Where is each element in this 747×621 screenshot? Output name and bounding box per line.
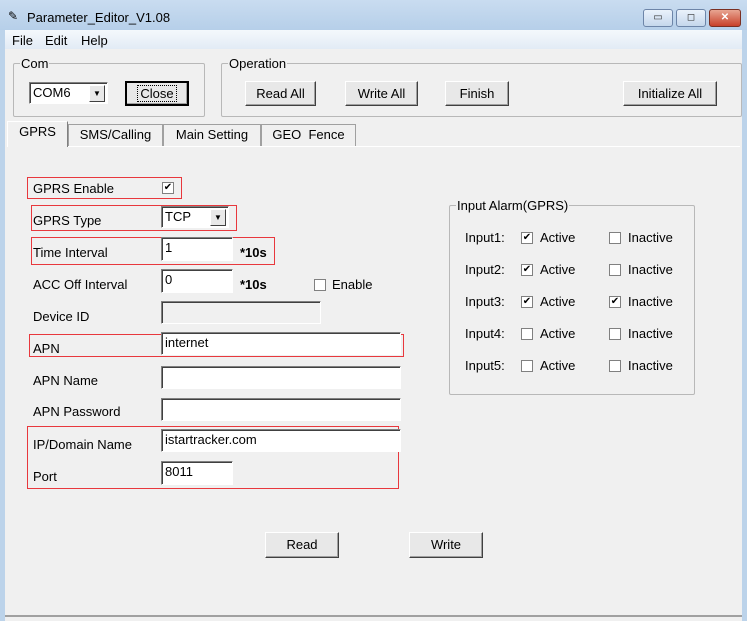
port-input[interactable]: 8011 [161, 461, 233, 485]
input-active-checkbox[interactable]: ✔ [521, 296, 533, 308]
app-icon: ✎ [8, 9, 19, 23]
gprs-enable-label: GPRS Enable [33, 181, 114, 196]
input-inactive-label: Inactive [628, 230, 673, 245]
close-port-label: Close [137, 85, 177, 102]
input-name: Input3: [465, 294, 505, 309]
input-inactive-label: Inactive [628, 294, 673, 309]
input-name: Input5: [465, 358, 505, 373]
acc-off-input[interactable]: 0 [161, 269, 233, 293]
device-id-label: Device ID [33, 309, 90, 324]
acc-enable-label: Enable [332, 277, 373, 292]
time-interval-input[interactable]: 1 [161, 237, 233, 261]
gprs-type-select[interactable]: TCP ▼ [161, 206, 229, 228]
menu-bar [5, 30, 742, 49]
input-inactive-label: Inactive [628, 262, 673, 277]
chevron-down-icon[interactable]: ▼ [210, 209, 226, 226]
device-id-input[interactable] [161, 301, 321, 324]
input-active-checkbox[interactable]: ✔ [521, 232, 533, 244]
maximize-button[interactable]: ◻ [676, 9, 706, 27]
input-name: Input2: [465, 262, 505, 277]
tab-main-setting[interactable]: Main Setting [163, 124, 261, 146]
apn-name-input[interactable] [161, 366, 401, 389]
menu-help[interactable]: Help [81, 33, 108, 48]
input-alarm-label: Input Alarm(GPRS) [456, 198, 570, 213]
input-inactive-checkbox[interactable] [609, 232, 621, 244]
tab-gprs[interactable]: GPRS [7, 121, 68, 147]
gprs-type-value: TCP [165, 209, 191, 224]
port-label: Port [33, 469, 57, 484]
apn-label: APN [33, 341, 60, 356]
window-title: Parameter_Editor_V1.08 [27, 10, 171, 25]
time-interval-unit: *10s [240, 245, 267, 260]
tab-geo-fence[interactable]: GEO Fence [261, 124, 356, 146]
input-active-checkbox[interactable] [521, 360, 533, 372]
input-active-label: Active [540, 230, 576, 245]
menu-edit[interactable]: Edit [45, 33, 67, 48]
write-button[interactable]: Write [409, 532, 483, 558]
input-inactive-checkbox[interactable]: ✔ [609, 296, 621, 308]
gprs-enable-checkbox[interactable]: ✔ [162, 182, 174, 194]
tab-panel-border [7, 146, 740, 147]
com-group-label: Com [20, 56, 50, 71]
input-inactive-checkbox[interactable] [609, 264, 621, 276]
input-name: Input4: [465, 326, 505, 341]
input-active-label: Active [540, 294, 576, 309]
input-active-checkbox[interactable] [521, 328, 533, 340]
acc-off-unit: *10s [240, 277, 267, 292]
input-inactive-label: Inactive [628, 326, 673, 341]
acc-enable-checkbox[interactable] [314, 279, 326, 291]
read-button[interactable]: Read [265, 532, 339, 558]
input-active-label: Active [540, 358, 576, 373]
close-port-button[interactable]: Close [125, 81, 189, 106]
input-inactive-label: Inactive [628, 358, 673, 373]
initialize-all-button[interactable]: Initialize All [623, 81, 717, 106]
status-bar [5, 615, 742, 621]
input-active-label: Active [540, 326, 576, 341]
apn-password-input[interactable] [161, 398, 401, 421]
close-window-button[interactable]: ✕ [709, 9, 741, 27]
acc-off-label: ACC Off Interval [33, 277, 128, 292]
write-all-button[interactable]: Write All [345, 81, 418, 106]
gprs-type-label: GPRS Type [33, 213, 102, 228]
apn-password-label: APN Password [33, 404, 121, 419]
input-inactive-checkbox[interactable] [609, 328, 621, 340]
ip-domain-input[interactable]: istartracker.com [161, 429, 401, 452]
finish-button[interactable]: Finish [445, 81, 509, 106]
minimize-button[interactable]: ▭ [643, 9, 673, 27]
com-port-value: COM6 [33, 85, 71, 100]
com-port-select[interactable]: COM6 ▼ [29, 82, 108, 104]
apn-input[interactable]: internet [161, 332, 401, 355]
ip-domain-label: IP/Domain Name [33, 437, 132, 452]
input-inactive-checkbox[interactable] [609, 360, 621, 372]
tab-sms-calling[interactable]: SMS/Calling [68, 124, 163, 146]
time-interval-label: Time Interval [33, 245, 108, 260]
chevron-down-icon[interactable]: ▼ [89, 85, 105, 102]
apn-name-label: APN Name [33, 373, 99, 388]
operation-group-label: Operation [228, 56, 288, 71]
input-name: Input1: [465, 230, 505, 245]
input-active-label: Active [540, 262, 576, 277]
input-active-checkbox[interactable]: ✔ [521, 264, 533, 276]
read-all-button[interactable]: Read All [245, 81, 316, 106]
menu-file[interactable]: File [12, 33, 33, 48]
